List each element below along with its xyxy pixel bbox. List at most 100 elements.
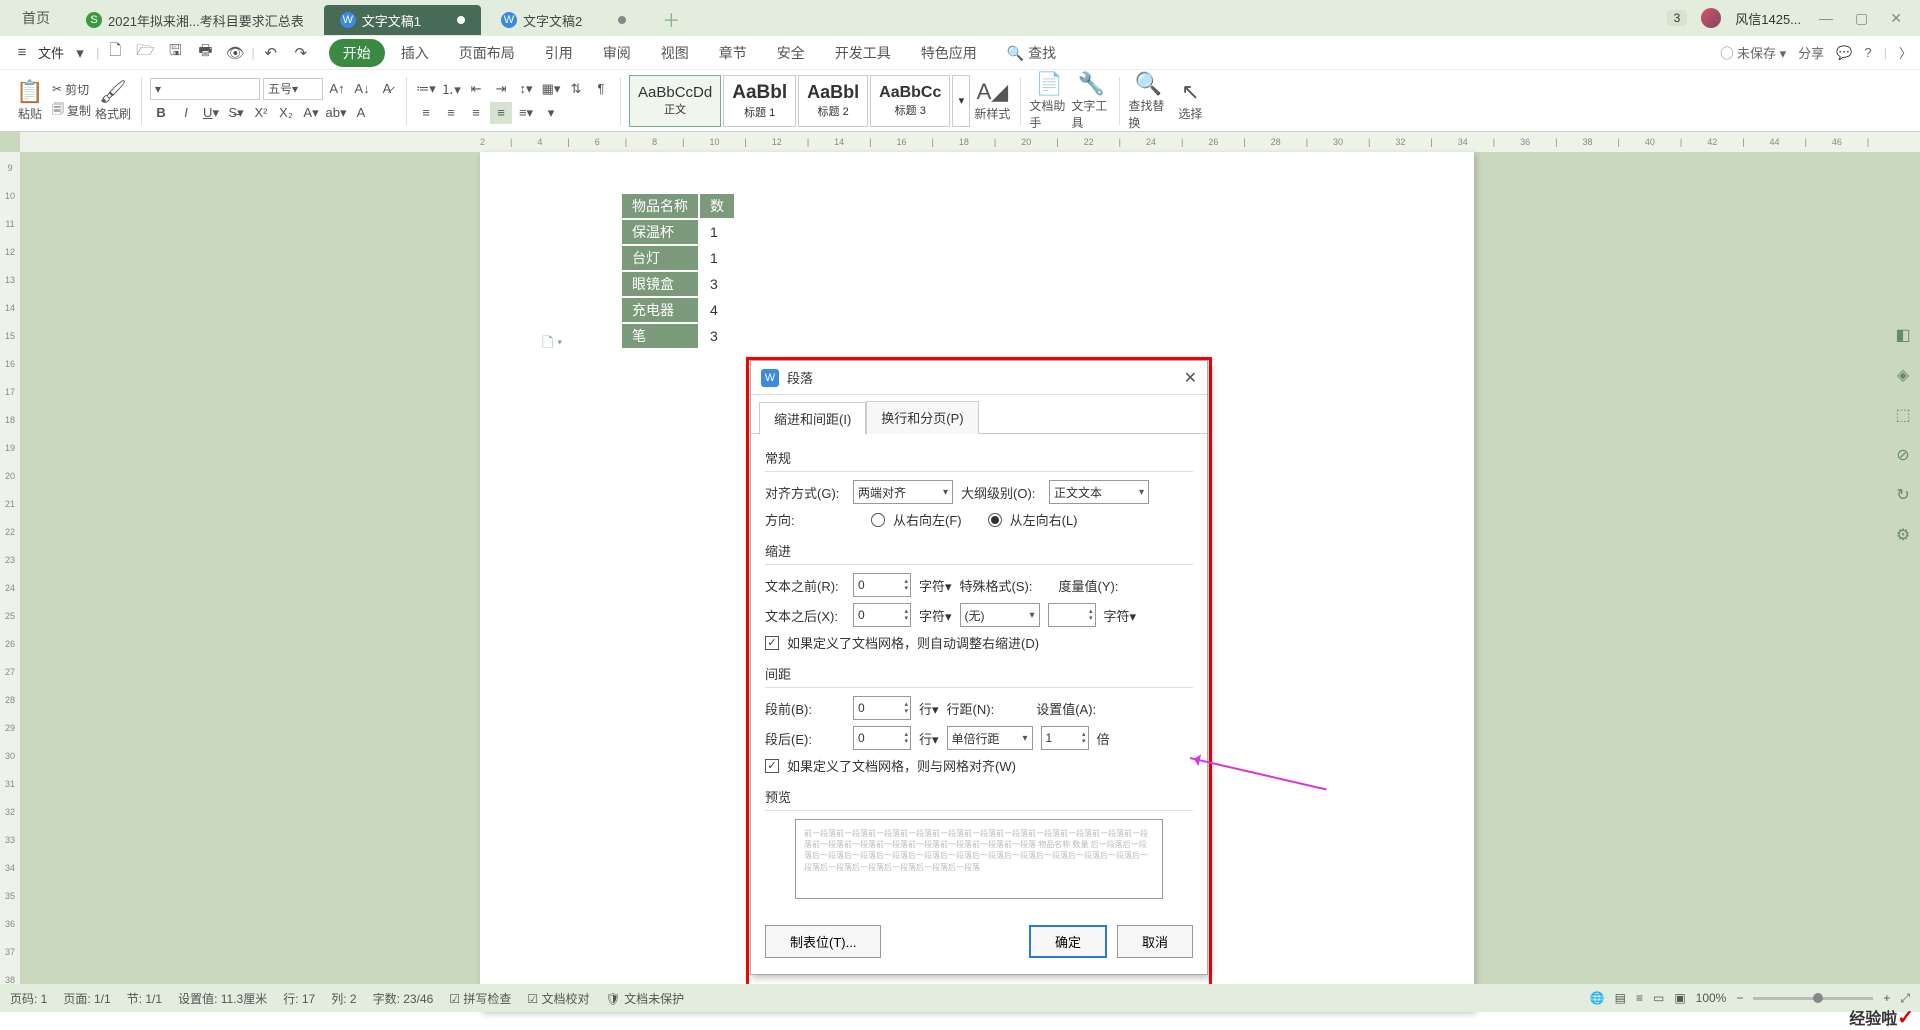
style-more[interactable]: ▾ bbox=[952, 75, 970, 127]
notif-badge[interactable]: 3 bbox=[1667, 10, 1688, 26]
doc-tools-button[interactable]: 🔧文字工具 bbox=[1071, 74, 1111, 128]
linespace-icon[interactable]: ↕▾ bbox=[515, 78, 537, 100]
set-value[interactable]: 设置值: 11.3厘米 bbox=[178, 990, 267, 1007]
cell[interactable]: 4 bbox=[700, 298, 734, 322]
subscript-icon[interactable]: X₂ bbox=[275, 102, 297, 124]
document-table[interactable]: 物品名称数 保温杯1 台灯1 眼镜盒3 充电器4 笔3 bbox=[620, 192, 736, 350]
new-tab-button[interactable]: ＋ bbox=[646, 5, 696, 35]
minimize-button[interactable]: — bbox=[1815, 10, 1837, 26]
zoom-out-icon[interactable]: − bbox=[1736, 991, 1743, 1005]
theme-icon[interactable]: ◧ bbox=[1892, 324, 1914, 346]
paragraph-mark-icon[interactable]: ¶ bbox=[590, 78, 612, 100]
undo-icon[interactable]: ↶ bbox=[257, 39, 285, 67]
username[interactable]: 风信1425... bbox=[1735, 9, 1801, 28]
select-button[interactable]: ↖选择 bbox=[1170, 74, 1210, 128]
char-unit[interactable]: 字符▾ bbox=[1104, 606, 1137, 625]
limit-icon[interactable]: ⊘ bbox=[1892, 444, 1914, 466]
cell[interactable]: 1 bbox=[700, 246, 734, 270]
special-select[interactable]: (无) bbox=[960, 603, 1040, 627]
indent-icon[interactable]: ⇥ bbox=[490, 78, 512, 100]
doc-helper-button[interactable]: 📄文档助手 bbox=[1029, 74, 1069, 128]
strike-icon[interactable]: S̶▾ bbox=[225, 102, 247, 124]
cell[interactable]: 3 bbox=[700, 272, 734, 296]
search-cmd[interactable]: 🔍 查找 bbox=[993, 39, 1070, 67]
border-icon[interactable]: ▦▾ bbox=[540, 78, 562, 100]
cancel-button[interactable]: 取消 bbox=[1117, 925, 1193, 958]
tab-chapter[interactable]: 章节 bbox=[705, 39, 761, 67]
new-icon[interactable]: 🗋 bbox=[101, 39, 129, 67]
tab-doc2[interactable]: W 文字文稿2 bbox=[485, 5, 642, 35]
share-button[interactable]: 分享 bbox=[1798, 43, 1824, 62]
cut-button[interactable]: ✂ 剪切 bbox=[52, 81, 91, 98]
style-h1[interactable]: AaBbl标题 1 bbox=[723, 75, 796, 127]
number-list-icon[interactable]: ⒈▾ bbox=[440, 78, 462, 100]
collapse-ribbon-icon[interactable]: 〉 bbox=[1899, 43, 1912, 62]
close-icon[interactable]: ✕ bbox=[1184, 368, 1197, 388]
shading-icon[interactable]: ▾ bbox=[540, 102, 562, 124]
distribute-icon[interactable]: ≡▾ bbox=[515, 102, 537, 124]
line-unit[interactable]: 行▾ bbox=[919, 699, 939, 718]
align-justify-icon[interactable]: ≡ bbox=[490, 102, 512, 124]
menu-icon[interactable]: ≡ bbox=[8, 39, 36, 67]
superscript-icon[interactable]: X² bbox=[250, 102, 272, 124]
doc-protect[interactable]: 🛡 文档未保护 bbox=[606, 990, 685, 1007]
zoom-slider[interactable] bbox=[1753, 997, 1873, 1000]
tab-spreadsheet[interactable]: S 2021年拟来湘...考科目要求汇总表 bbox=[70, 5, 320, 35]
tab-dev[interactable]: 开发工具 bbox=[821, 39, 905, 67]
open-icon[interactable]: 🗁 bbox=[131, 39, 159, 67]
auto-indent-check[interactable]: ✓ bbox=[765, 636, 779, 650]
ltr-radio[interactable] bbox=[988, 513, 1002, 527]
view-read-icon[interactable]: ▣ bbox=[1674, 991, 1685, 1005]
backup-icon[interactable]: ↻ bbox=[1892, 484, 1914, 506]
outdent-icon[interactable]: ⇤ bbox=[465, 78, 487, 100]
align-center-icon[interactable]: ≡ bbox=[440, 102, 462, 124]
after-text-spin[interactable]: 0 bbox=[853, 603, 911, 627]
shrink-font-icon[interactable]: A↓ bbox=[351, 78, 373, 100]
row-position[interactable]: 行: 17 bbox=[283, 990, 315, 1007]
spell-check[interactable]: ☑ 拼写检查 bbox=[449, 990, 511, 1007]
format-painter-button[interactable]: 🖌格式刷 bbox=[93, 74, 133, 128]
find-replace-button[interactable]: 🔍查找替换 bbox=[1128, 74, 1168, 128]
cell[interactable]: 眼镜盒 bbox=[622, 272, 698, 296]
cell[interactable]: 台灯 bbox=[622, 246, 698, 270]
copy-button[interactable]: 🗐 复制 bbox=[52, 100, 91, 121]
dialog-titlebar[interactable]: W 段落 ✕ bbox=[751, 361, 1207, 395]
align-left-icon[interactable]: ≡ bbox=[415, 102, 437, 124]
select-icon[interactable]: ⬚ bbox=[1892, 404, 1914, 426]
char-unit[interactable]: 字符▾ bbox=[919, 606, 952, 625]
line-unit[interactable]: 行▾ bbox=[919, 729, 939, 748]
tab-view[interactable]: 视图 bbox=[647, 39, 703, 67]
cell[interactable]: 笔 bbox=[622, 324, 698, 348]
preview-icon[interactable]: 👁 bbox=[221, 39, 249, 67]
setvalue-spin[interactable]: 1 bbox=[1041, 726, 1089, 750]
avatar[interactable] bbox=[1701, 8, 1721, 28]
style-normal[interactable]: AaBbCcDd正文 bbox=[629, 75, 721, 127]
highlight-icon[interactable]: ab▾ bbox=[325, 102, 347, 124]
unsaved-indicator[interactable]: ◯ 未保存 ▾ bbox=[1720, 43, 1786, 62]
cell[interactable]: 3 bbox=[700, 324, 734, 348]
outline-select[interactable]: 正文文本 bbox=[1049, 480, 1149, 504]
fullscreen-icon[interactable]: ⤢ bbox=[1900, 991, 1910, 1006]
view-mode-icon[interactable]: 🌐 bbox=[1590, 991, 1605, 1005]
tab-start[interactable]: 开始 bbox=[329, 39, 385, 67]
chevron-down-icon[interactable]: ▾ bbox=[66, 39, 94, 67]
bullet-list-icon[interactable]: ≔▾ bbox=[415, 78, 437, 100]
view-web-icon[interactable]: ▭ bbox=[1653, 991, 1664, 1005]
char-unit[interactable]: 字符▾ bbox=[919, 576, 952, 595]
tab-line-page-break[interactable]: 换行和分页(P) bbox=[866, 401, 978, 434]
font-color-icon[interactable]: A▾ bbox=[300, 102, 322, 124]
tab-insert[interactable]: 插入 bbox=[387, 39, 443, 67]
after-para-spin[interactable]: 0 bbox=[853, 726, 911, 750]
help-icon[interactable]: ? bbox=[1864, 45, 1871, 60]
before-para-spin[interactable]: 0 bbox=[853, 696, 911, 720]
snap-grid-check[interactable]: ✓ bbox=[765, 759, 779, 773]
tab-security[interactable]: 安全 bbox=[763, 39, 819, 67]
cell[interactable]: 充电器 bbox=[622, 298, 698, 322]
view-print-icon[interactable]: ▤ bbox=[1615, 991, 1626, 1005]
font-family-select[interactable]: ▾ bbox=[150, 78, 260, 100]
cell[interactable]: 物品名称 bbox=[622, 194, 698, 218]
tab-doc1[interactable]: W 文字文稿1 bbox=[324, 5, 481, 35]
font-size-select[interactable]: 五号 ▾ bbox=[263, 78, 323, 100]
print-icon[interactable]: 🖶 bbox=[191, 39, 219, 67]
align-right-icon[interactable]: ≡ bbox=[465, 102, 487, 124]
